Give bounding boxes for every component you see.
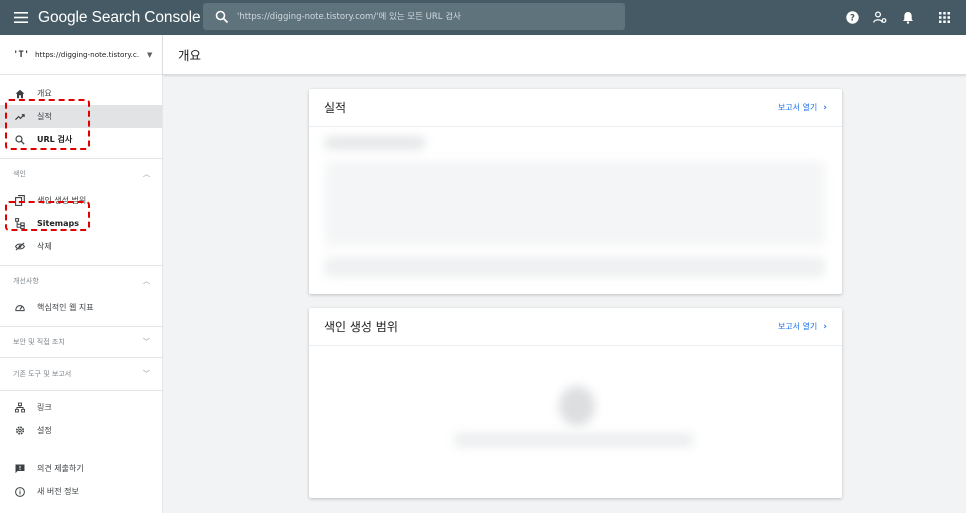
blurred-content <box>325 137 425 149</box>
section-label: 보안 및 직접 조치 <box>13 338 65 346</box>
brand-title[interactable]: Google Search Console <box>38 9 201 27</box>
home-icon <box>15 89 25 99</box>
sidebar-item-overview[interactable]: 개요 <box>0 82 162 105</box>
sidebar-item-label: Sitemaps <box>37 219 79 228</box>
blurred-chart <box>325 161 825 246</box>
sidebar-item-coverage[interactable]: 색인 생성 범위 <box>0 189 162 212</box>
section-index[interactable]: 색인 ︿ <box>0 159 162 189</box>
search-icon <box>215 10 229 23</box>
search-icon <box>15 134 25 145</box>
sidebar-item-feedback[interactable]: 의견 제출하기 <box>0 457 162 480</box>
top-actions: ? <box>838 0 966 35</box>
section-label: 개선사항 <box>13 277 39 285</box>
chevron-right-icon: › <box>823 321 827 332</box>
help-icon[interactable]: ? <box>838 0 866 35</box>
trending-icon <box>15 112 25 122</box>
sidebar-item-performance[interactable]: 실적 <box>0 105 162 128</box>
sidebar-item-label: 설정 <box>37 426 52 435</box>
section-label: 기존 도구 및 보고서 <box>13 370 72 378</box>
manage-users-icon[interactable] <box>866 0 894 35</box>
card-title: 색인 생성 범위 <box>324 320 398 334</box>
sidebar-item-label: 의견 제출하기 <box>37 464 84 473</box>
blurred-content <box>454 433 694 447</box>
blurred-illustration <box>559 386 595 426</box>
sidebar-item-sitemaps[interactable]: Sitemaps <box>0 212 162 235</box>
top-app-bar: Google Search Console ? <box>0 0 966 35</box>
feedback-icon <box>15 464 25 474</box>
sidebar-item-removals[interactable]: 삭제 <box>0 235 162 258</box>
sitemap-icon <box>15 218 25 229</box>
open-report-label: 보고서 열기 <box>777 103 818 112</box>
sidebar-item-label: 새 버전 정보 <box>37 487 79 496</box>
section-enhancements[interactable]: 개선사항 ︿ <box>0 266 162 296</box>
open-report-link[interactable]: 보고서 열기 › <box>778 102 827 113</box>
blurred-content <box>325 257 825 277</box>
sidebar-item-label: 개요 <box>37 89 52 98</box>
svg-text:?: ? <box>850 14 855 24</box>
card-title: 실적 <box>324 101 347 115</box>
sidebar-item-url-inspection[interactable]: URL 검사 <box>0 128 162 151</box>
open-report-label: 보고서 열기 <box>777 322 818 331</box>
sidebar-item-whats-new[interactable]: 새 버전 정보 <box>0 480 162 503</box>
removals-icon <box>15 242 25 252</box>
section-legacy-tools[interactable]: 기존 도구 및 보고서 ﹀ <box>0 358 162 390</box>
chevron-up-icon: ︿ <box>143 277 150 285</box>
speed-icon <box>15 303 25 313</box>
sidebar-item-label: 실적 <box>37 112 52 121</box>
performance-card: 실적 보고서 열기 › <box>309 89 842 294</box>
card-header: 색인 생성 범위 보고서 열기 › <box>309 308 842 346</box>
section-label: 색인 <box>13 170 26 178</box>
open-report-link[interactable]: 보고서 열기 › <box>778 321 827 332</box>
sidebar-item-label: 링크 <box>37 403 52 412</box>
property-favicon-icon: 'T' <box>13 49 30 60</box>
section-security[interactable]: 보안 및 직접 조치 ﹀ <box>0 327 162 357</box>
sidebar-item-core-web-vitals[interactable]: 핵심적인 웹 지표 <box>0 296 162 319</box>
sidebar-item-label: 삭제 <box>37 242 52 251</box>
sidebar: 'T' https://digging-note.tistory.c... ▼ … <box>0 35 163 513</box>
card-header: 실적 보고서 열기 › <box>309 89 842 127</box>
settings-icon <box>15 426 25 436</box>
menu-icon[interactable] <box>12 0 30 35</box>
caret-down-icon: ▼ <box>147 50 153 59</box>
page-header: 개요 <box>163 35 966 75</box>
chevron-down-icon: ﹀ <box>143 370 150 378</box>
notifications-icon[interactable] <box>894 0 922 35</box>
sidebar-item-label: 핵심적인 웹 지표 <box>37 303 94 312</box>
coverage-icon <box>15 195 25 206</box>
chevron-up-icon: ︿ <box>143 170 150 178</box>
coverage-card: 색인 생성 범위 보고서 열기 › <box>309 308 842 498</box>
search-input[interactable] <box>237 11 617 22</box>
chevron-right-icon: › <box>823 102 827 113</box>
sidebar-item-label: URL 검사 <box>37 135 73 144</box>
sidebar-item-settings[interactable]: 설정 <box>0 419 162 442</box>
apps-icon[interactable] <box>922 0 966 35</box>
sidebar-item-links[interactable]: 링크 <box>0 396 162 419</box>
sidebar-item-label: 색인 생성 범위 <box>37 196 87 205</box>
property-selector[interactable]: 'T' https://digging-note.tistory.c... ▼ <box>0 35 162 75</box>
links-icon <box>15 402 25 413</box>
url-inspection-search[interactable] <box>203 3 625 30</box>
page-title: 개요 <box>178 48 202 63</box>
chevron-down-icon: ﹀ <box>143 338 150 346</box>
property-url: https://digging-note.tistory.c... <box>35 50 139 59</box>
info-icon <box>15 486 25 497</box>
